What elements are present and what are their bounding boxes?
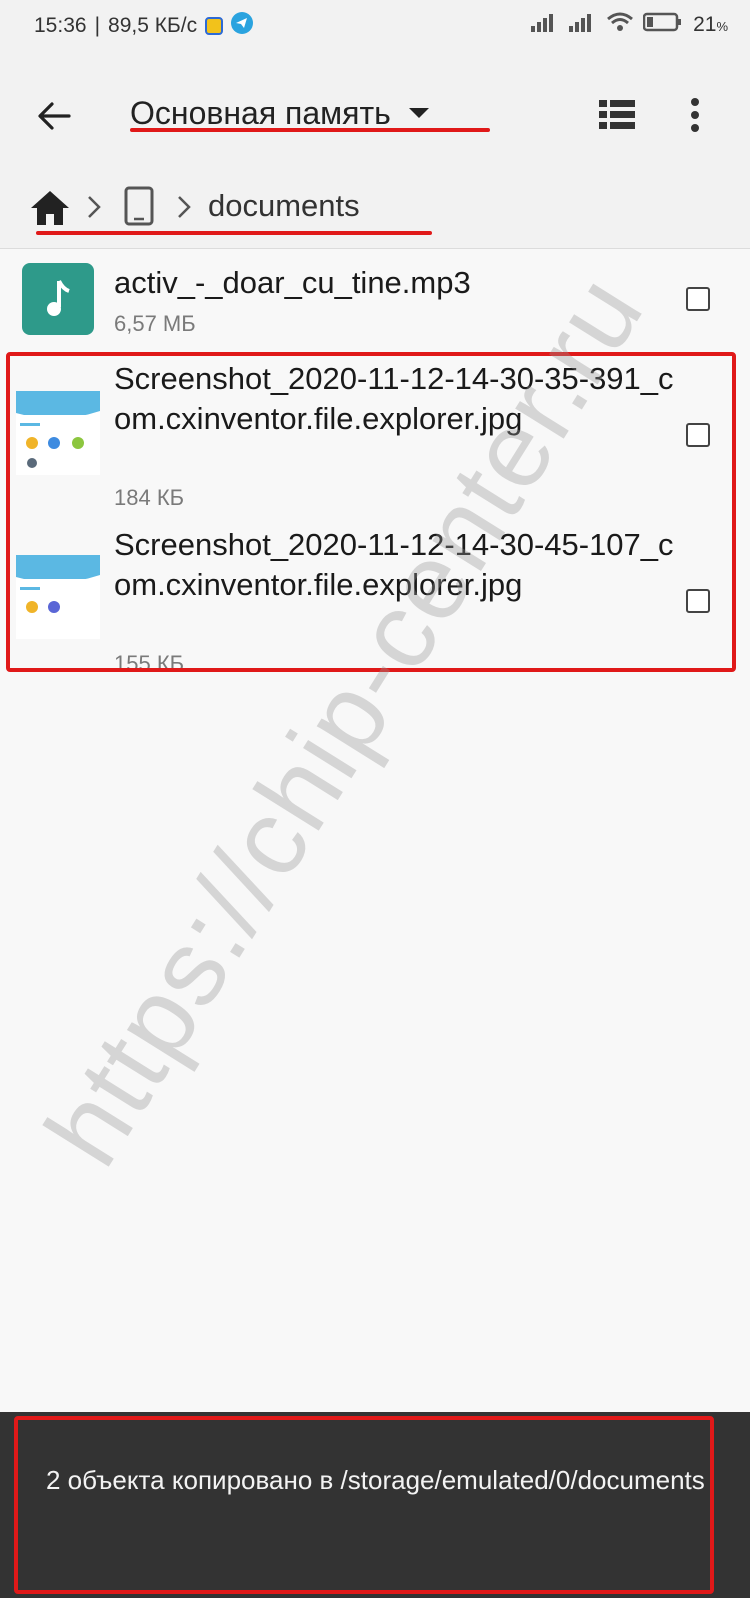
back-button[interactable] <box>30 92 78 140</box>
signal-icon <box>569 12 597 38</box>
breadcrumb-folder-label: documents <box>208 188 360 223</box>
status-speed: 89,5 КБ/с <box>108 14 198 37</box>
arrow-back-icon <box>38 102 71 130</box>
battery-level: 21% <box>693 13 728 36</box>
shield-notification-icon <box>205 17 224 35</box>
chevron-right-icon <box>176 194 192 220</box>
title-highlight-underline <box>130 128 490 132</box>
audio-thumbnail <box>22 263 94 335</box>
breadcrumb-highlight-underline <box>36 231 432 235</box>
breadcrumb-device[interactable] <box>124 186 154 226</box>
chevron-right-icon <box>86 194 102 220</box>
breadcrumb <box>0 168 750 249</box>
view-mode-button[interactable] <box>590 90 644 140</box>
telegram-icon <box>231 12 254 40</box>
more-options-button[interactable] <box>680 90 710 140</box>
status-left: 15:36 | 89,5 КБ/с <box>34 12 254 40</box>
phone-icon <box>124 186 154 226</box>
music-note-icon <box>47 280 70 316</box>
more-vertical-icon <box>691 98 699 132</box>
caret-down-icon <box>408 108 429 118</box>
status-bar: 15:36 | 89,5 КБ/с 21% <box>0 0 750 54</box>
status-time: 15:36 <box>34 14 87 37</box>
home-icon <box>31 191 69 225</box>
status-right: 21% <box>531 12 728 38</box>
battery-icon <box>642 12 683 38</box>
breadcrumb-folder[interactable]: documents <box>208 188 360 224</box>
list-view-icon <box>599 100 635 129</box>
wifi-icon <box>607 12 634 38</box>
signal-icon <box>531 12 559 38</box>
breadcrumb-home[interactable] <box>30 190 70 226</box>
file-size: 6,57 МБ <box>114 311 196 336</box>
storage-title: Основная память <box>130 94 391 131</box>
file-checkbox[interactable] <box>686 287 710 311</box>
snackbar-highlight-box <box>14 1416 714 1594</box>
